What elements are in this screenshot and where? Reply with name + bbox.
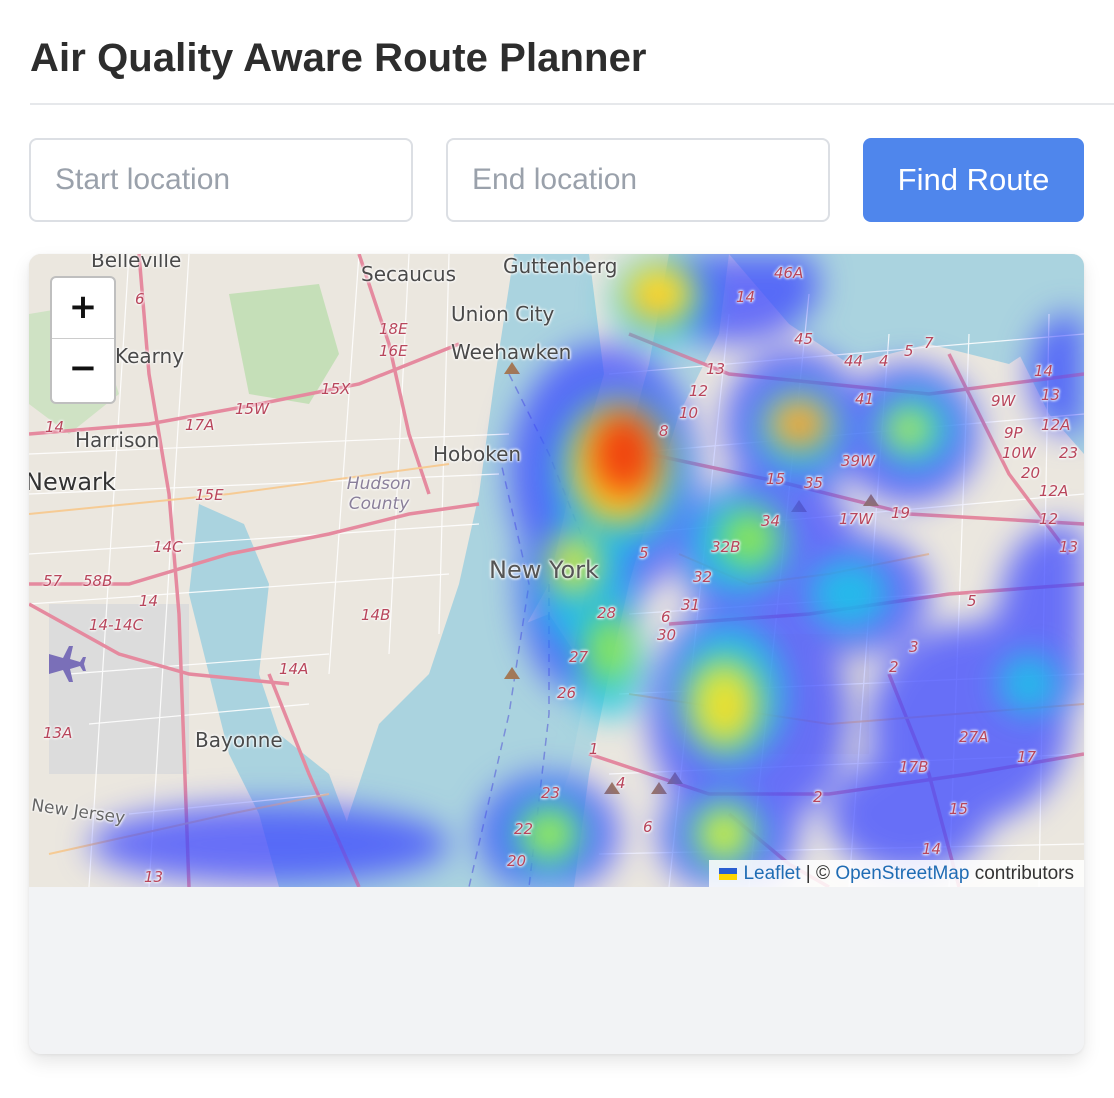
zoom-out-button[interactable]: − — [52, 338, 114, 399]
road-label: 22 — [514, 820, 534, 838]
map-label-belleville: Belleville — [91, 254, 182, 272]
road-label: 44 — [844, 352, 864, 370]
road-label: 7 — [924, 334, 934, 352]
start-location-input[interactable] — [29, 138, 413, 222]
road-label: 35 — [804, 474, 824, 492]
road-label: 20 — [1021, 464, 1041, 482]
road-label: 4 — [879, 352, 889, 370]
road-label: 45 — [794, 330, 814, 348]
road-label: 6 — [135, 290, 145, 308]
road-label: 30 — [657, 626, 677, 644]
road-label: 32 — [693, 568, 713, 586]
road-label: 14A — [279, 660, 309, 678]
road-label: 17B — [899, 758, 929, 776]
road-label: 9P — [1004, 424, 1023, 442]
openstreetmap-link[interactable]: OpenStreetMap — [835, 863, 969, 884]
road-label: 10W — [1002, 444, 1036, 462]
road-label: 57 — [43, 572, 63, 590]
road-label: 41 — [855, 390, 875, 408]
route-results-panel — [29, 887, 1084, 1054]
road-label: 12A — [1039, 482, 1069, 500]
road-label: 58B — [83, 572, 113, 590]
road-label: 2 — [813, 788, 823, 806]
road-label: 14 — [922, 840, 942, 858]
leaflet-link[interactable]: Leaflet — [743, 863, 800, 884]
map-label-union-city: Union City — [451, 302, 555, 326]
road-label: 17 — [1017, 748, 1037, 766]
road-label: 19 — [891, 504, 911, 522]
map-label-newark: Newark — [29, 468, 116, 496]
road-label: 2 — [889, 658, 899, 676]
road-label: 28 — [597, 604, 617, 622]
road-label: 14 — [45, 418, 65, 436]
map-label-new-york: New York — [489, 556, 599, 584]
map-label-weehawken: Weehawken — [451, 340, 572, 364]
road-label: 12 — [689, 382, 709, 400]
road-label: 34 — [761, 512, 781, 530]
road-label: 13A — [43, 724, 73, 742]
road-label: 5 — [639, 544, 649, 562]
road-label: 27A — [959, 728, 989, 746]
road-label: 27 — [569, 648, 589, 666]
road-label: 9W — [991, 392, 1016, 410]
road-label: 12A — [1041, 416, 1071, 434]
map-label-kearny: Kearny — [115, 344, 185, 368]
map-label-hoboken: Hoboken — [433, 442, 522, 466]
road-label: 14 — [736, 288, 756, 306]
map-label-harrison: Harrison — [75, 428, 160, 452]
road-label: 16E — [379, 342, 408, 360]
map-label-hudson-county: Hudson County — [346, 474, 412, 514]
zoom-in-button[interactable]: + — [52, 278, 114, 338]
road-label: 15W — [235, 400, 269, 418]
road-label: 8 — [659, 422, 669, 440]
road-label: 20 — [507, 852, 527, 870]
map-card: Belleville Secaucus Guttenberg Union Cit… — [29, 254, 1084, 1054]
road-label: 15X — [321, 380, 351, 398]
road-label: 14C — [153, 538, 183, 556]
road-label: 12 — [1039, 510, 1059, 528]
road-label: 5 — [967, 592, 977, 610]
road-label: 31 — [681, 596, 701, 614]
road-label: 3 — [909, 638, 919, 656]
map-view[interactable]: Belleville Secaucus Guttenberg Union Cit… — [29, 254, 1084, 887]
road-label: 6 — [661, 608, 671, 626]
road-label: 39W — [841, 452, 875, 470]
zoom-control: + − — [50, 276, 116, 404]
road-label: 6 — [643, 818, 653, 836]
road-label: 23 — [541, 784, 561, 802]
end-location-input[interactable] — [446, 138, 830, 222]
road-label: 32B — [711, 538, 741, 556]
road-label: 18E — [379, 320, 408, 338]
map-label-guttenberg: Guttenberg — [503, 254, 618, 278]
ukraine-flag-icon — [719, 868, 738, 880]
road-label: 1 — [589, 740, 599, 758]
map-label-bayonne: Bayonne — [195, 728, 283, 752]
road-label: 17A — [185, 416, 215, 434]
map-attribution: Leaflet | © OpenStreetMap contributors — [709, 860, 1084, 887]
road-label: 13 — [706, 360, 726, 378]
road-label: 14 — [139, 592, 159, 610]
road-label: 14-14C — [89, 616, 144, 634]
road-label: 5 — [904, 342, 914, 360]
attribution-suffix: contributors — [969, 863, 1074, 884]
road-label: 15 — [949, 800, 969, 818]
road-label: 23 — [1059, 444, 1079, 462]
road-label: 26 — [557, 684, 577, 702]
road-label: 13 — [1059, 538, 1079, 556]
road-label: 13 — [1041, 386, 1061, 404]
road-label: 4 — [616, 774, 626, 792]
map-label-secaucus: Secaucus — [361, 262, 457, 286]
road-label: 14B — [361, 606, 391, 624]
road-label: 10 — [679, 404, 699, 422]
road-label: 13 — [144, 868, 164, 886]
find-route-button[interactable]: Find Route — [863, 138, 1084, 222]
road-label: 15E — [195, 486, 224, 504]
road-label: 14 — [1034, 362, 1054, 380]
road-label: 17W — [839, 510, 873, 528]
road-label: 46A — [774, 264, 804, 282]
attribution-separator: | © — [800, 863, 836, 884]
page-title: Air Quality Aware Route Planner — [30, 36, 647, 80]
header-divider — [30, 103, 1114, 105]
road-label: 15 — [766, 470, 786, 488]
